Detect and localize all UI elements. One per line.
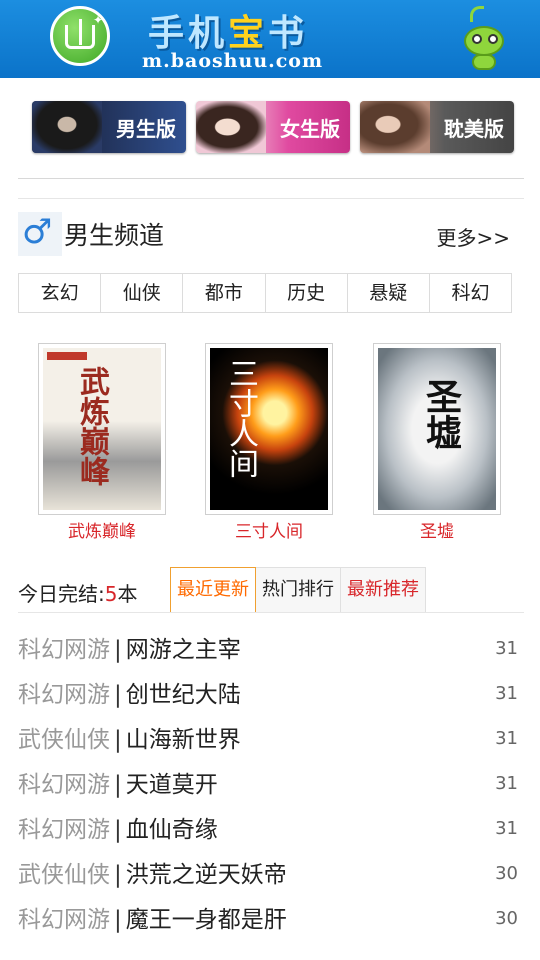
female-version-button[interactable]: 女生版 [196,101,350,153]
category-tabs: 玄幻 仙侠 都市 历史 悬疑 科幻 [18,273,512,313]
more-link[interactable]: 更多>> [436,222,510,251]
list-item-separator: | [114,637,122,663]
bl-portrait-image [360,101,430,153]
list-item-category[interactable]: 科幻网游 [18,772,110,798]
list-item-date: 31 [495,683,518,704]
bl-version-label: 耽美版 [444,117,504,141]
list-item-separator: | [114,817,122,843]
male-portrait-image [32,101,102,153]
site-title: 手机宝书 [148,13,309,54]
category-lishi[interactable]: 历史 [266,274,348,312]
list-item-date: 31 [495,638,518,659]
list-item-title[interactable]: 网游之主宰 [126,637,241,663]
list-item[interactable]: 科幻网游 | 网游之主宰 31 [18,630,522,675]
list-tabs: 最近更新 热门排行 最新推荐 [170,567,426,613]
tab-hot-ranking[interactable]: 热门排行 [256,567,341,613]
cover-title-text: 圣墟 [420,378,461,450]
list-item-date: 31 [495,773,518,794]
category-dushi[interactable]: 都市 [183,274,266,312]
completed-unit: 本 [117,582,138,606]
list-item-title[interactable]: 魔王一身都是肝 [126,907,287,933]
tab-recent-updates[interactable]: 最近更新 [170,567,256,613]
list-item[interactable]: 武侠仙侠 | 山海新世界 31 [18,720,522,765]
completed-count: 5 [104,582,118,606]
cover-title-text: 三寸人间 [223,358,258,478]
list-item-separator: | [114,682,122,708]
list-item-date: 31 [495,818,518,839]
list-item-category[interactable]: 科幻网游 [18,637,110,663]
book-cover[interactable]: 三寸人间 [205,343,333,515]
book-card[interactable]: 圣墟 圣墟 [373,343,501,542]
list-item[interactable]: 科幻网游 | 血仙奇缘 31 [18,810,522,855]
frog-mascot-icon [460,6,508,72]
list-item-date: 30 [495,908,518,929]
male-symbol-icon: ♂ [18,212,62,256]
tab-latest-recommend[interactable]: 最新推荐 [341,567,426,613]
female-portrait-image [196,101,266,153]
list-item-separator: | [114,862,122,888]
divider [18,198,524,199]
category-kehuan[interactable]: 科幻 [430,274,511,312]
list-item-category[interactable]: 科幻网游 [18,682,110,708]
list-item-category[interactable]: 武侠仙侠 [18,727,110,753]
male-version-button[interactable]: 男生版 [32,101,186,153]
category-xuanhuan[interactable]: 玄幻 [19,274,102,312]
list-item-title[interactable]: 创世纪大陆 [126,682,241,708]
book-cover[interactable]: 武炼巅峰 [38,343,166,515]
channel-title: 男生频道 [64,221,165,250]
list-item-category[interactable]: 科幻网游 [18,907,110,933]
list-item[interactable]: 武侠仙侠 | 洪荒之逆天妖帝 30 [18,855,522,900]
list-item-date: 31 [495,728,518,749]
list-item-separator: | [114,727,122,753]
cover-title-text: 武炼巅峰 [74,366,109,486]
book-list: 科幻网游 | 网游之主宰 31 科幻网游 | 创世纪大陆 31 武侠仙侠 | 山海新世界 3… [18,630,522,945]
book-card[interactable]: 武炼巅峰 武炼巅峰 [38,343,166,542]
list-item-date: 30 [495,863,518,884]
list-item-title[interactable]: 血仙奇缘 [126,817,218,843]
divider [18,612,524,613]
list-item[interactable]: 科幻网游 | 天道莫开 31 [18,765,522,810]
category-xuanyi[interactable]: 悬疑 [348,274,430,312]
list-item-title[interactable]: 山海新世界 [126,727,241,753]
logo-book-icon[interactable]: ✦ [50,6,110,66]
list-item[interactable]: 科幻网游 | 创世纪大陆 31 [18,675,522,720]
divider [18,178,524,179]
version-selector: 男生版 女生版 耽美版 [32,101,514,153]
book-cover[interactable]: 圣墟 [373,343,501,515]
list-item-separator: | [114,772,122,798]
list-item-title[interactable]: 洪荒之逆天妖帝 [126,862,287,888]
list-item-category[interactable]: 科幻网游 [18,817,110,843]
book-card[interactable]: 三寸人间 三寸人间 [205,343,333,542]
book-title[interactable]: 圣墟 [373,517,501,542]
female-version-label: 女生版 [280,117,340,141]
male-version-label: 男生版 [116,117,176,141]
list-item-separator: | [114,907,122,933]
list-item[interactable]: 科幻网游 | 魔王一身都是肝 30 [18,900,522,945]
book-title[interactable]: 三寸人间 [205,517,333,542]
completed-today: 今日完结:5本 [18,578,137,607]
site-url: m.baoshuu.com [142,50,324,72]
category-xianxia[interactable]: 仙侠 [101,274,184,312]
bl-version-button[interactable]: 耽美版 [360,101,514,153]
book-title[interactable]: 武炼巅峰 [38,517,166,542]
app-header: ✦ 手机宝书 m.baoshuu.com [0,0,540,78]
list-item-title[interactable]: 天道莫开 [126,772,218,798]
male-symbol-glyph: ♂ [22,212,53,252]
completed-label: 今日完结: [18,582,105,606]
list-item-category[interactable]: 武侠仙侠 [18,862,110,888]
